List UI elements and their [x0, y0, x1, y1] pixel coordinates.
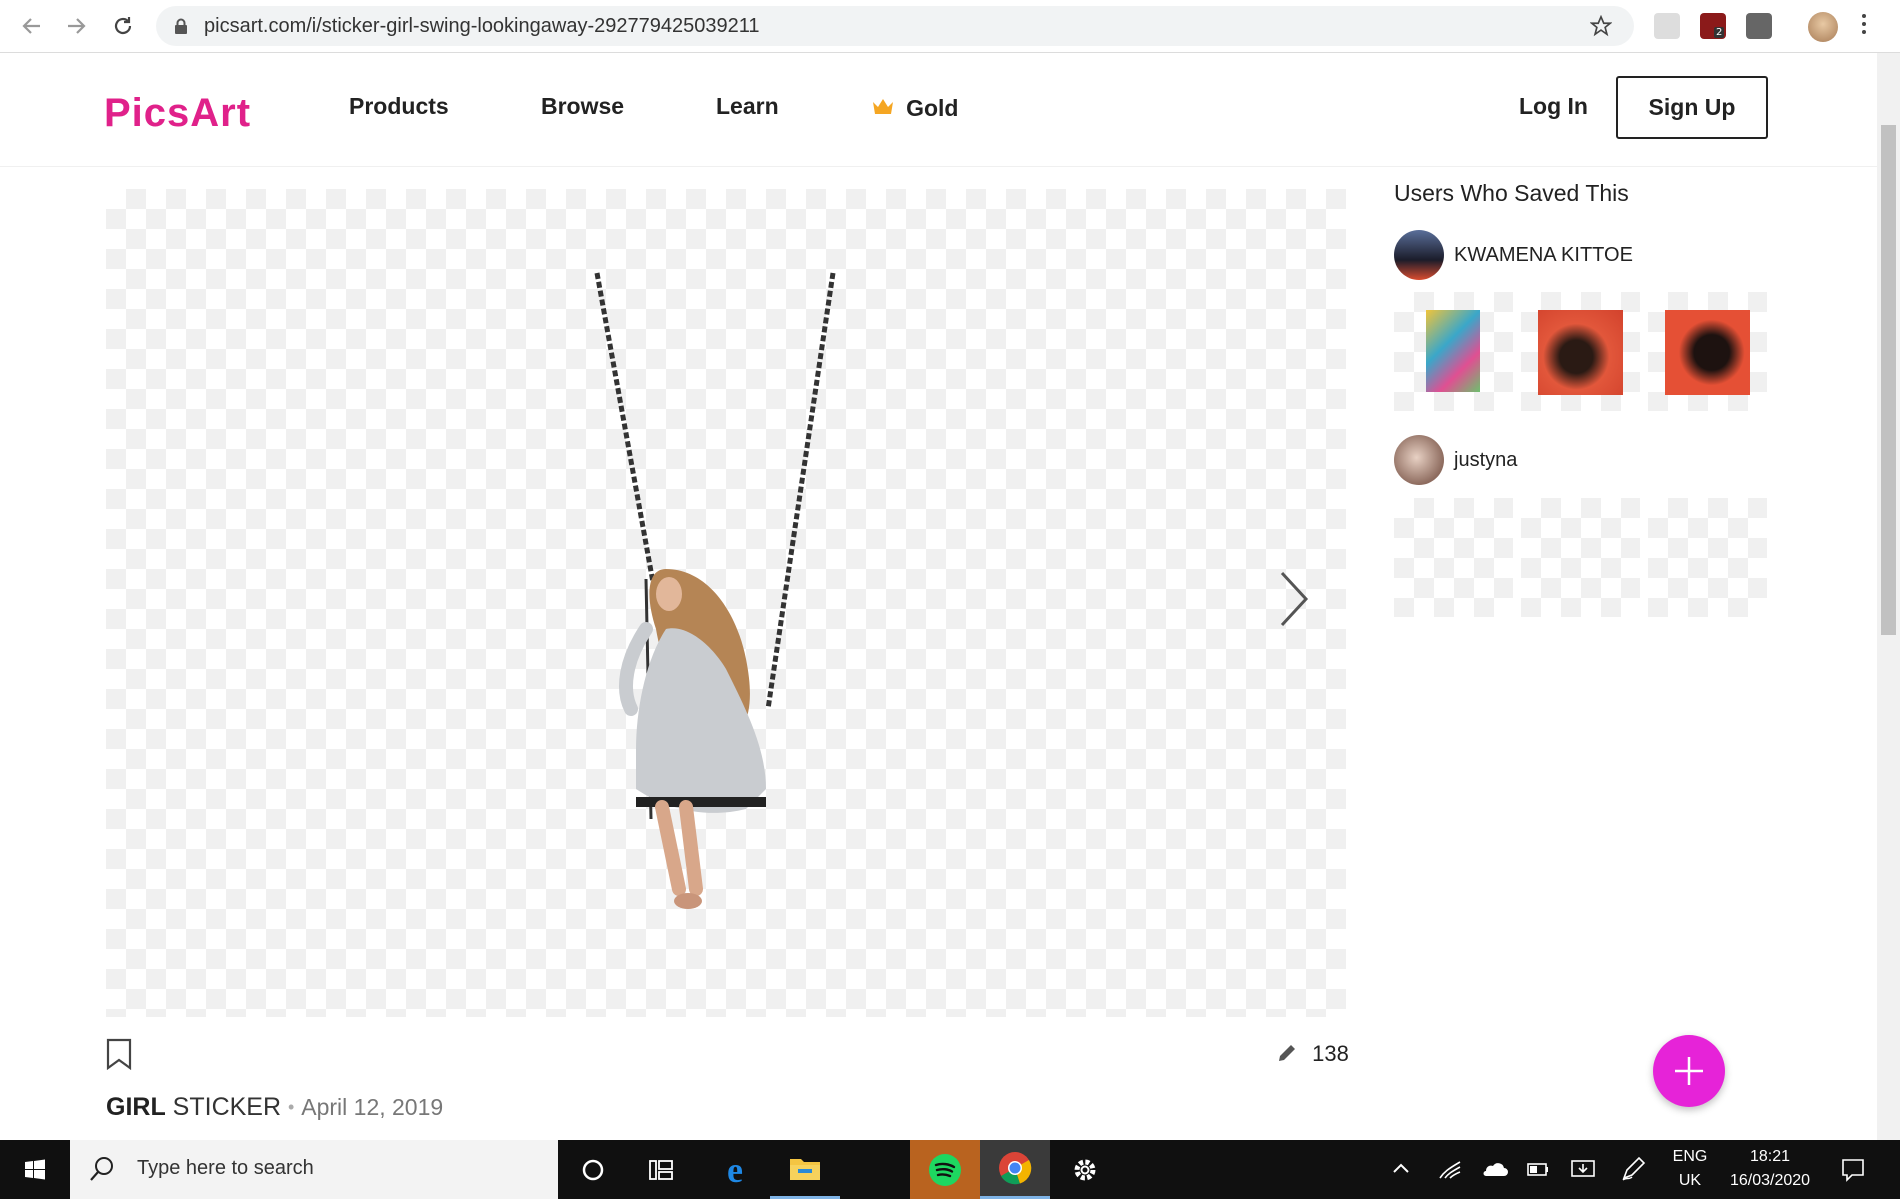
thumb-image — [1665, 310, 1750, 395]
url-text: picsart.com/i/sticker-girl-swing-looking… — [204, 15, 760, 37]
forward-button[interactable] — [61, 11, 91, 41]
display-icon[interactable] — [1570, 1158, 1596, 1180]
wifi-icon[interactable] — [1438, 1158, 1462, 1180]
extension-pen-icon[interactable] — [1746, 13, 1772, 39]
task-view-icon — [649, 1159, 673, 1180]
edits-counter[interactable]: 138 — [1276, 1041, 1349, 1067]
pencil-icon — [1279, 1045, 1295, 1061]
edge-icon: e — [727, 1149, 743, 1190]
page-scrollbar[interactable] — [1877, 53, 1900, 1140]
back-arrow-icon — [22, 18, 40, 34]
saved-thumb-placeholder[interactable] — [1648, 498, 1767, 617]
username[interactable]: justyna — [1454, 449, 1517, 472]
browser-toolbar: picsart.com/i/sticker-girl-swing-looking… — [0, 0, 1900, 53]
nav-gold[interactable]: Gold — [871, 95, 958, 122]
folder-icon — [790, 1159, 820, 1180]
signup-button[interactable]: Sign Up — [1616, 76, 1768, 139]
sticker-image — [594, 272, 836, 909]
edits-count: 138 — [1312, 1041, 1349, 1066]
reload-button[interactable] — [108, 11, 138, 41]
crown-icon — [873, 99, 893, 114]
thumb-image — [1538, 310, 1623, 395]
nav-learn[interactable]: Learn — [716, 93, 779, 120]
nav-products[interactable]: Products — [349, 93, 449, 120]
lock-icon — [175, 18, 187, 34]
saved-thumb-placeholder[interactable] — [1521, 498, 1640, 617]
forward-arrow-icon — [68, 18, 86, 34]
bookmark-icon — [106, 1038, 132, 1071]
cortana-button[interactable] — [558, 1140, 628, 1199]
start-button[interactable] — [0, 1140, 70, 1199]
badge-count: 2 — [1714, 27, 1725, 38]
create-fab-button[interactable] — [1653, 1035, 1725, 1107]
file-explorer-taskbar-icon[interactable] — [770, 1140, 840, 1199]
notifications-icon[interactable] — [1840, 1157, 1866, 1183]
clock[interactable]: 18:21 16/03/2020 — [1720, 1148, 1820, 1190]
battery-icon[interactable] — [1526, 1159, 1550, 1179]
chrome-icon — [999, 1152, 1032, 1185]
sticker-title-type: STICKER — [172, 1093, 282, 1121]
saved-thumb[interactable] — [1648, 292, 1767, 411]
search-placeholder: Type here to search — [137, 1157, 314, 1179]
cortana-circle-icon — [582, 1159, 604, 1180]
sidebar-title: Users Who Saved This — [1394, 180, 1629, 206]
sticker-date: April 12, 2019 — [301, 1094, 444, 1120]
gold-label: Gold — [906, 95, 959, 121]
sticker-title: GIRL STICKER • April 12, 2019 — [106, 1093, 443, 1122]
site-header: PicsArt Products Browse Learn Gold Log I… — [0, 53, 1877, 167]
chevron-right-icon — [1280, 571, 1309, 627]
spotify-icon — [929, 1153, 961, 1186]
save-bookmark-button[interactable] — [106, 1038, 132, 1074]
windows-taskbar: Type here to search e ENG UK 18:21 16/03… — [0, 1140, 1900, 1199]
ublock-icon[interactable]: 2 — [1700, 13, 1726, 39]
profile-avatar[interactable] — [1808, 12, 1838, 42]
pen-icon[interactable] — [1620, 1156, 1646, 1182]
username[interactable]: KWAMENA KITTOE — [1454, 244, 1633, 267]
address-bar[interactable]: picsart.com/i/sticker-girl-swing-looking… — [156, 6, 1634, 46]
sticker-preview[interactable] — [106, 189, 1346, 1017]
saved-thumb[interactable] — [1521, 292, 1640, 411]
scrollbar-thumb[interactable] — [1881, 125, 1896, 635]
saved-thumb-placeholder[interactable] — [1394, 498, 1513, 617]
avatar[interactable] — [1394, 230, 1444, 280]
login-link[interactable]: Log In — [1519, 93, 1588, 120]
windows-logo-icon — [25, 1159, 45, 1179]
onedrive-cloud-icon[interactable] — [1480, 1160, 1508, 1178]
settings-taskbar-icon[interactable] — [1050, 1140, 1120, 1199]
nav-browse[interactable]: Browse — [541, 93, 624, 120]
taskbar-search[interactable]: Type here to search — [70, 1140, 558, 1199]
extension-icon[interactable] — [1654, 13, 1680, 39]
edge-taskbar-icon[interactable]: e — [700, 1140, 770, 1199]
picsart-logo[interactable]: PicsArt — [104, 91, 251, 136]
reload-icon — [114, 17, 132, 35]
spotify-taskbar-icon[interactable] — [910, 1140, 980, 1199]
avatar[interactable] — [1394, 435, 1444, 485]
back-button[interactable] — [17, 11, 47, 41]
chrome-taskbar-icon[interactable] — [980, 1140, 1050, 1199]
next-image-button[interactable] — [1278, 569, 1312, 633]
title-separator: • — [287, 1097, 295, 1117]
bookmark-star-icon[interactable] — [1590, 15, 1612, 37]
language-indicator[interactable]: ENG UK — [1672, 1148, 1708, 1190]
thumb-image — [1426, 310, 1480, 392]
search-icon — [90, 1157, 113, 1181]
sticker-title-main: GIRL — [106, 1093, 166, 1121]
saved-thumb[interactable] — [1394, 292, 1513, 411]
clock-time: 18:21 — [1749, 1148, 1791, 1165]
plus-icon — [1675, 1057, 1703, 1085]
clock-date: 16/03/2020 — [1729, 1172, 1811, 1189]
gear-icon — [1074, 1159, 1096, 1180]
lang-top: ENG — [1672, 1148, 1708, 1165]
lang-bottom: UK — [1678, 1172, 1702, 1189]
task-view-button[interactable] — [626, 1140, 696, 1199]
chevron-up-icon[interactable] — [1392, 1162, 1410, 1174]
menu-kebab-icon[interactable] — [1862, 14, 1868, 34]
